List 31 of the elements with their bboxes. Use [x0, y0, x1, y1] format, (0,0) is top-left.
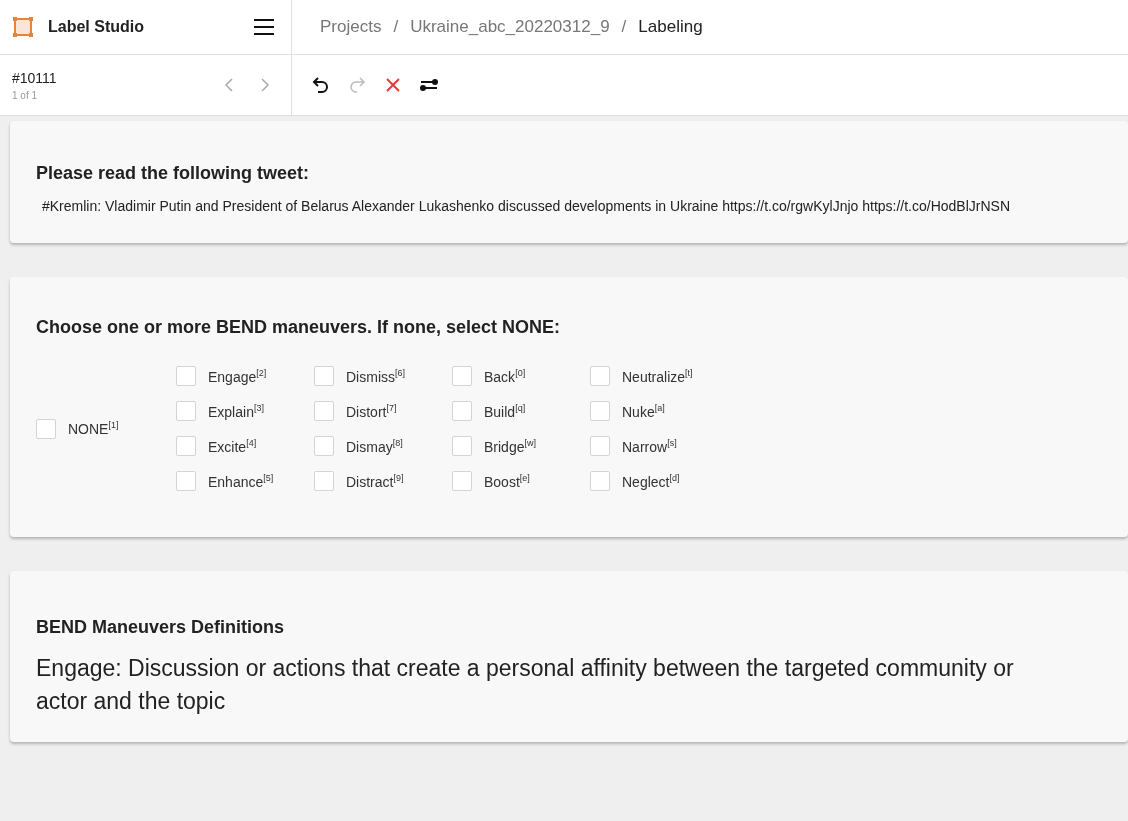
- logo-icon: [12, 16, 34, 38]
- card-heading: Choose one or more BEND maneuvers. If none, select NONE:: [36, 317, 562, 338]
- checkbox-option[interactable]: Boost$^{[e]}$: [452, 469, 576, 493]
- checkbox-option[interactable]: Neutralize$^{[t]}$: [590, 364, 714, 388]
- checkbox-option[interactable]: Narrow$^{[s]}$: [590, 434, 714, 458]
- card-heading: Please read the following tweet:: [36, 163, 311, 184]
- checkbox-option[interactable]: Nuke$^{[a]}$: [590, 399, 714, 423]
- tweet-text: #Kremlin: Vladimir Putin and President of Belarus Alexander Lukashenko discussed developments in Ukraine https://t.co/rgwKylJnjo https://t.co/HodBlJrNSN: [41, 197, 1012, 216]
- card-heading: BEND Maneuvers Definitions: [36, 617, 286, 638]
- breadcrumb-link[interactable]: Labeling: [638, 17, 703, 37]
- checkbox-option[interactable]: Engage$^{[2]}$: [176, 364, 300, 388]
- app-name: Label Studio: [48, 18, 145, 36]
- checkbox-option[interactable]: Distract$^{[9]}$: [314, 469, 438, 493]
- checkbox-option[interactable]: Back$^{[0]}$: [452, 364, 576, 388]
- task-position: 1 of 1: [12, 89, 39, 101]
- checkbox-option[interactable]: Neglect$^{[d]}$: [590, 469, 714, 493]
- breadcrumb-separator: /: [621, 17, 627, 37]
- breadcrumb-link[interactable]: Projects: [320, 17, 382, 37]
- checkbox-option[interactable]: Bridge$^{[w]}$: [452, 434, 576, 458]
- breadcrumb-link[interactable]: Ukraine_abc_20220312_9: [410, 17, 610, 37]
- checkbox-option[interactable]: Excite$^{[4]}$: [176, 434, 300, 458]
- checkbox-option[interactable]: NONE$^{[1]}$: [36, 416, 160, 441]
- checkbox-option[interactable]: Dismay$^{[8]}$: [314, 434, 438, 458]
- checkbox-option[interactable]: Dismiss$^{[6]}$: [314, 364, 438, 388]
- definition-text: Engage: Discussion or actions that create a personal affinity between the targeted community or actor and the topic: [36, 654, 1015, 716]
- checkbox-option[interactable]: Build$^{[q]}$: [452, 399, 576, 423]
- breadcrumb-separator: /: [393, 17, 399, 37]
- checkbox-option[interactable]: Enhance$^{[5]}$: [176, 469, 300, 493]
- checkbox-option[interactable]: Explain$^{[3]}$: [176, 399, 300, 423]
- task-id: #10111: [12, 69, 57, 86]
- checkbox-option[interactable]: Distort$^{[7]}$: [314, 399, 438, 423]
